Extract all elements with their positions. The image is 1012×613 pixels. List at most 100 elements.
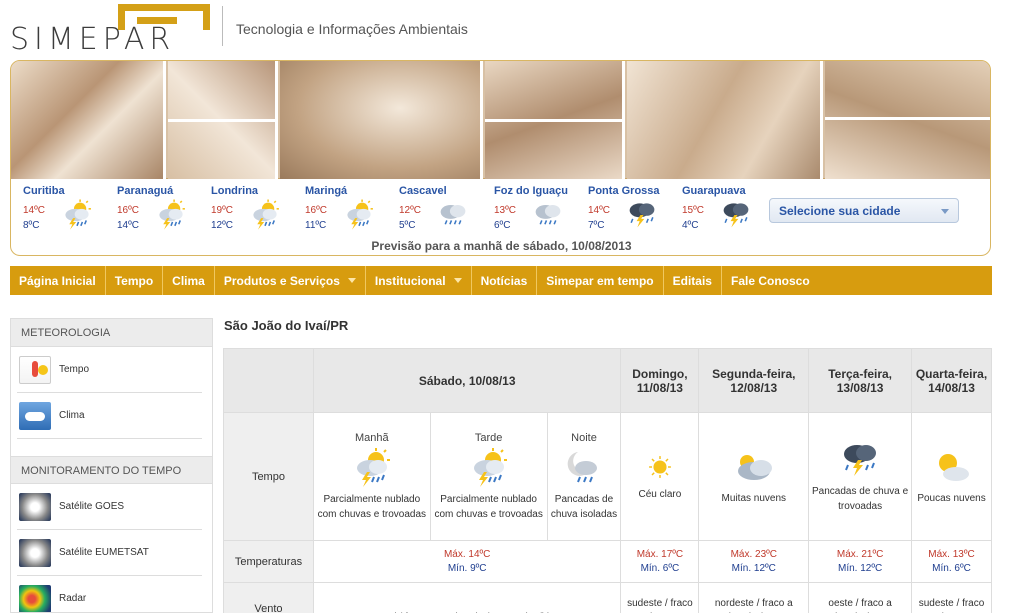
storm-cloud-icon	[719, 199, 753, 231]
city-name[interactable]: Ponta Grossa	[588, 185, 682, 197]
nav-item-clima[interactable]: Clima	[163, 266, 215, 295]
day-header-saturday: Sábado, 10/08/13	[312, 348, 622, 413]
storm-cloud-icon	[838, 440, 882, 480]
satellite-eumetsat-icon	[19, 539, 51, 567]
page-title: São João do Ivaí/PR	[224, 318, 349, 333]
city-max-temp: 12ºC	[399, 205, 421, 216]
nav-item-fale-conosco[interactable]: Fale Conosco	[722, 266, 819, 295]
banner: Curitiba 14ºC 8ºC Paranaguá 16ºC 14ºC Lo…	[10, 60, 991, 256]
sidebar-item-clima[interactable]: Clima	[17, 393, 202, 439]
chevron-down-icon	[941, 209, 949, 214]
day-header-monday: Segunda-feira, 12/08/13	[698, 348, 810, 413]
city-foz-do-iguacu[interactable]: Foz do Iguaçu 13ºC 6ºC	[494, 185, 588, 235]
city-name[interactable]: Guarapuava	[682, 185, 776, 197]
nav-item-editais[interactable]: Editais	[664, 266, 722, 295]
sidebar-item-label: Satélite EUMETSAT	[59, 547, 149, 558]
city-londrina[interactable]: Londrina 19ºC 12ºC	[211, 185, 305, 235]
city-max-temp: 16ºC	[117, 205, 139, 216]
main-nav: Página Inicial Tempo Clima Produtos e Se…	[10, 266, 992, 295]
period-tarde: Tarde Parcialmente nublado com chuvas e …	[429, 412, 548, 541]
sidebar-item-label: Tempo	[59, 364, 90, 375]
radar-icon	[19, 585, 51, 612]
city-ponta-grossa[interactable]: Ponta Grossa 14ºC 7ºC	[588, 185, 682, 235]
weather-description: Muitas nuvens	[721, 493, 787, 504]
city-min-temp: 6ºC	[494, 220, 511, 231]
sidebar-item-satelite-eumetsat[interactable]: Satélite EUMETSAT	[17, 530, 202, 576]
sun-icon	[644, 451, 676, 483]
weather-description: Pancadas de chuva e trovoadas	[812, 485, 909, 512]
row-label-temperaturas: Temperaturas	[223, 540, 314, 583]
nav-item-tempo[interactable]: Tempo	[106, 266, 164, 295]
sidebar-item-label: Radar	[59, 593, 87, 604]
day-header-sunday: Domingo, 11/08/13	[620, 348, 700, 413]
weather-description: Poucas nuvens	[917, 493, 986, 504]
weather-description: Parcialmente nublado com chuvas e trovoa…	[317, 493, 427, 520]
weather-description: Céu claro	[638, 489, 682, 500]
partly-cloudy-thunderstorm-icon	[248, 199, 282, 231]
weather-description: Parcialmente nublado com chuvas e trovoa…	[434, 493, 543, 520]
city-curitiba[interactable]: Curitiba 14ºC 8ºC	[23, 185, 117, 235]
max-temp: Máx. 21ºC	[836, 548, 884, 560]
city-name[interactable]: Londrina	[211, 185, 305, 197]
sidebar-item-satelite-goes[interactable]: Satélite GOES	[17, 484, 202, 530]
city-name[interactable]: Paranaguá	[117, 185, 211, 197]
simepar-logo[interactable]: SIMEPAR	[10, 4, 215, 57]
city-name[interactable]: Maringá	[305, 185, 399, 197]
city-min-temp: 11ºC	[305, 220, 327, 231]
nav-item-institucional[interactable]: Institucional	[366, 266, 472, 295]
temps-monday: Máx. 23ºC Mín. 12ºC	[698, 540, 810, 583]
city-max-temp: 19ºC	[211, 205, 233, 216]
chevron-down-icon	[453, 278, 462, 283]
day-header-tuesday: Terça-feira, 13/08/13	[808, 348, 913, 413]
moon-rain-icon	[562, 448, 606, 488]
min-temp: Mín. 12ºC	[731, 562, 776, 574]
day-weather-wednesday: Poucas nuvens	[911, 412, 992, 541]
temps-sunday: Máx. 17ºC Mín. 6ºC	[620, 540, 700, 583]
header-divider	[222, 6, 223, 46]
partly-cloudy-thunderstorm-icon	[60, 199, 94, 231]
city-select-dropdown[interactable]: Selecione sua cidade	[769, 198, 959, 223]
nav-item-noticias[interactable]: Notícias	[472, 266, 538, 295]
city-max-temp: 15ºC	[682, 205, 704, 216]
city-name[interactable]: Foz do Iguaçu	[494, 185, 588, 197]
city-cascavel[interactable]: Cascavel 12ºC 5ºC	[399, 185, 493, 235]
city-min-temp: 5ºC	[399, 220, 416, 231]
day-weather-sunday: Céu claro	[620, 412, 700, 541]
mural-panel	[627, 61, 823, 179]
city-maringa[interactable]: Maringá 16ºC 11ºC	[305, 185, 399, 235]
row-label-vento: Vento	[223, 582, 314, 613]
temps-wednesday: Máx. 13ºC Mín. 6ºC	[911, 540, 992, 583]
sidebar-item-label: Satélite GOES	[59, 501, 125, 512]
wind-tuesday: oeste / fraco a moderado (21 a 28	[808, 582, 913, 613]
corner-cell	[223, 348, 314, 413]
city-forecast-strip: Curitiba 14ºC 8ºC Paranaguá 16ºC 14ºC Lo…	[23, 185, 763, 235]
cloud-rain-icon	[436, 199, 470, 231]
satellite-goes-icon	[19, 493, 51, 521]
partly-cloudy-thunderstorm-icon	[154, 199, 188, 231]
cloudy-icon	[732, 447, 776, 487]
min-temp: Mín. 6ºC	[640, 562, 680, 574]
sidebar-item-radar[interactable]: Radar	[17, 576, 202, 612]
mural-panel	[280, 61, 483, 179]
nav-item-produtos[interactable]: Produtos e Serviços	[215, 266, 366, 295]
city-min-temp: 7ºC	[588, 220, 605, 231]
sidebar-section-heading: METEOROLOGIA	[11, 319, 212, 347]
city-min-temp: 8ºC	[23, 220, 40, 231]
wind-saturday: sul / fraco a moderado (21 a 28 km/h)	[312, 582, 622, 613]
city-guarapuava[interactable]: Guarapuava 15ºC 4ºC	[682, 185, 776, 235]
partly-cloudy-thunderstorm-icon	[467, 448, 511, 488]
nav-item-simepar-em-tempo[interactable]: Simepar em tempo	[537, 266, 664, 295]
mural-panel	[825, 61, 990, 179]
sidebar-item-tempo[interactable]: Tempo	[17, 347, 202, 393]
city-paranagua[interactable]: Paranaguá 16ºC 14ºC	[117, 185, 211, 235]
vento-row: Vento sul / fraco a moderado (21 a 28 km…	[223, 582, 992, 613]
period-name: Manhã	[355, 431, 389, 444]
city-name[interactable]: Cascavel	[399, 185, 493, 197]
city-max-temp: 16ºC	[305, 205, 327, 216]
city-name[interactable]: Curitiba	[23, 185, 117, 197]
city-min-temp: 12ºC	[211, 220, 233, 231]
weather-description: Pancadas de chuva isoladas	[550, 493, 618, 520]
nav-item-pagina-inicial[interactable]: Página Inicial	[10, 266, 106, 295]
row-label-tempo: Tempo	[223, 412, 314, 541]
day-header-wednesday: Quarta-feira, 14/08/13	[911, 348, 992, 413]
